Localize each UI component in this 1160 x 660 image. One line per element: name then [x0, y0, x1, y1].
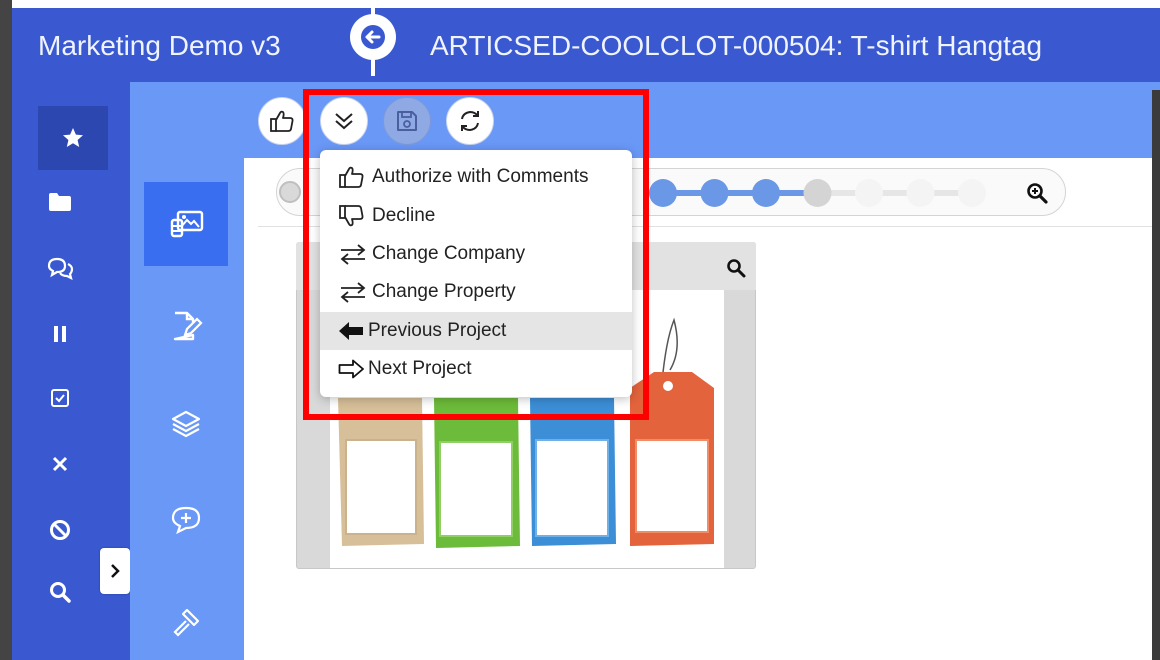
swap-icon: [338, 280, 372, 304]
authorize-button[interactable]: [258, 97, 306, 145]
expand-sidebar-button[interactable]: [100, 548, 130, 594]
search-icon: [50, 582, 71, 603]
hammer-icon: [173, 608, 200, 637]
thumbs-up-icon: [338, 165, 372, 189]
menu-item-label: Change Property: [372, 281, 516, 303]
sidebar-item-cancelled[interactable]: [38, 508, 82, 552]
back-connector-bottom: [371, 58, 375, 76]
chevron-right-icon: [111, 564, 120, 578]
save-button[interactable]: [383, 97, 431, 145]
sidebar-item-pause[interactable]: [38, 312, 82, 356]
close-icon: [52, 456, 68, 472]
menu-item-previous-project[interactable]: Previous Project: [320, 311, 632, 350]
subnav-item-edit-document[interactable]: [144, 284, 228, 368]
menu-item-next-project[interactable]: Next Project: [320, 350, 632, 388]
menu-item-change-company[interactable]: Change Company: [320, 235, 632, 273]
images-icon: [170, 210, 204, 238]
save-icon: [397, 111, 417, 131]
search-icon: [727, 259, 746, 278]
sidebar-item-favorites[interactable]: [38, 106, 108, 170]
progress-step[interactable]: [855, 179, 883, 207]
sidebar-item-approved[interactable]: [38, 376, 82, 420]
menu-item-label: Decline: [372, 204, 436, 226]
progress-step[interactable]: [700, 179, 729, 207]
menu-item-authorize-with-comments[interactable]: Authorize with Comments: [320, 158, 632, 196]
pause-icon: [54, 326, 66, 342]
menu-item-label: Next Project: [368, 358, 472, 380]
zoom-in-button[interactable]: [1020, 176, 1054, 210]
subnav-item-images[interactable]: [144, 182, 228, 266]
secondary-sidebar: [130, 82, 244, 660]
refresh-icon: [461, 110, 479, 132]
layers-icon: [171, 410, 201, 438]
arrow-right-icon: [338, 359, 368, 379]
app-header: Marketing Demo v3 ARTICSED-COOLCLOT-0005…: [12, 8, 1160, 82]
more-actions-dropdown: Authorize with Comments Decline Change C…: [320, 150, 632, 397]
refresh-button[interactable]: [446, 97, 494, 145]
toolbar-area: [244, 82, 1160, 158]
comment-add-icon: [171, 506, 201, 535]
back-button[interactable]: [350, 14, 396, 60]
menu-item-decline[interactable]: Decline: [320, 196, 632, 234]
progress-step[interactable]: [752, 179, 780, 207]
subnav-item-add-comment[interactable]: [144, 478, 228, 562]
app-title: Marketing Demo v3: [38, 30, 281, 61]
arrow-left-circle-icon: [361, 25, 385, 49]
more-actions-button[interactable]: [320, 97, 368, 145]
zoom-in-icon: [1027, 183, 1048, 204]
menu-item-change-property[interactable]: Change Property: [320, 273, 632, 311]
sidebar-item-search[interactable]: [38, 570, 82, 614]
star-icon: [63, 128, 83, 147]
project-title: ARTICSED-COOLCLOT-000504: T-shirt Hangta…: [430, 30, 1043, 61]
thumbs-up-icon: [270, 110, 294, 132]
folder-icon: [49, 193, 71, 211]
subnav-item-tools[interactable]: [144, 580, 228, 660]
workflow-radio[interactable]: [279, 181, 301, 203]
ban-icon: [50, 520, 70, 540]
comments-icon: [47, 257, 74, 280]
progress-step[interactable]: [649, 179, 677, 207]
file-edit-icon: [173, 311, 203, 341]
sidebar-item-comments[interactable]: [38, 246, 82, 290]
arrow-left-icon: [338, 321, 368, 341]
progress-step[interactable]: [803, 179, 832, 207]
thumbs-down-icon: [338, 204, 372, 228]
menu-item-label: Authorize with Comments: [372, 166, 589, 188]
subnav-item-layers[interactable]: [144, 382, 228, 466]
sidebar-item-rejected[interactable]: [38, 442, 82, 486]
progress-step[interactable]: [906, 179, 935, 207]
thumbnail-zoom-button[interactable]: [722, 254, 750, 282]
menu-item-label: Change Company: [372, 242, 526, 264]
chevron-double-down-icon: [335, 113, 353, 130]
checkbox-icon: [51, 389, 69, 407]
swap-icon: [338, 242, 372, 266]
window-edge: [1152, 90, 1160, 660]
progress-step[interactable]: [958, 179, 986, 207]
sidebar-item-folder[interactable]: [38, 180, 82, 224]
menu-item-label: Previous Project: [368, 319, 507, 341]
